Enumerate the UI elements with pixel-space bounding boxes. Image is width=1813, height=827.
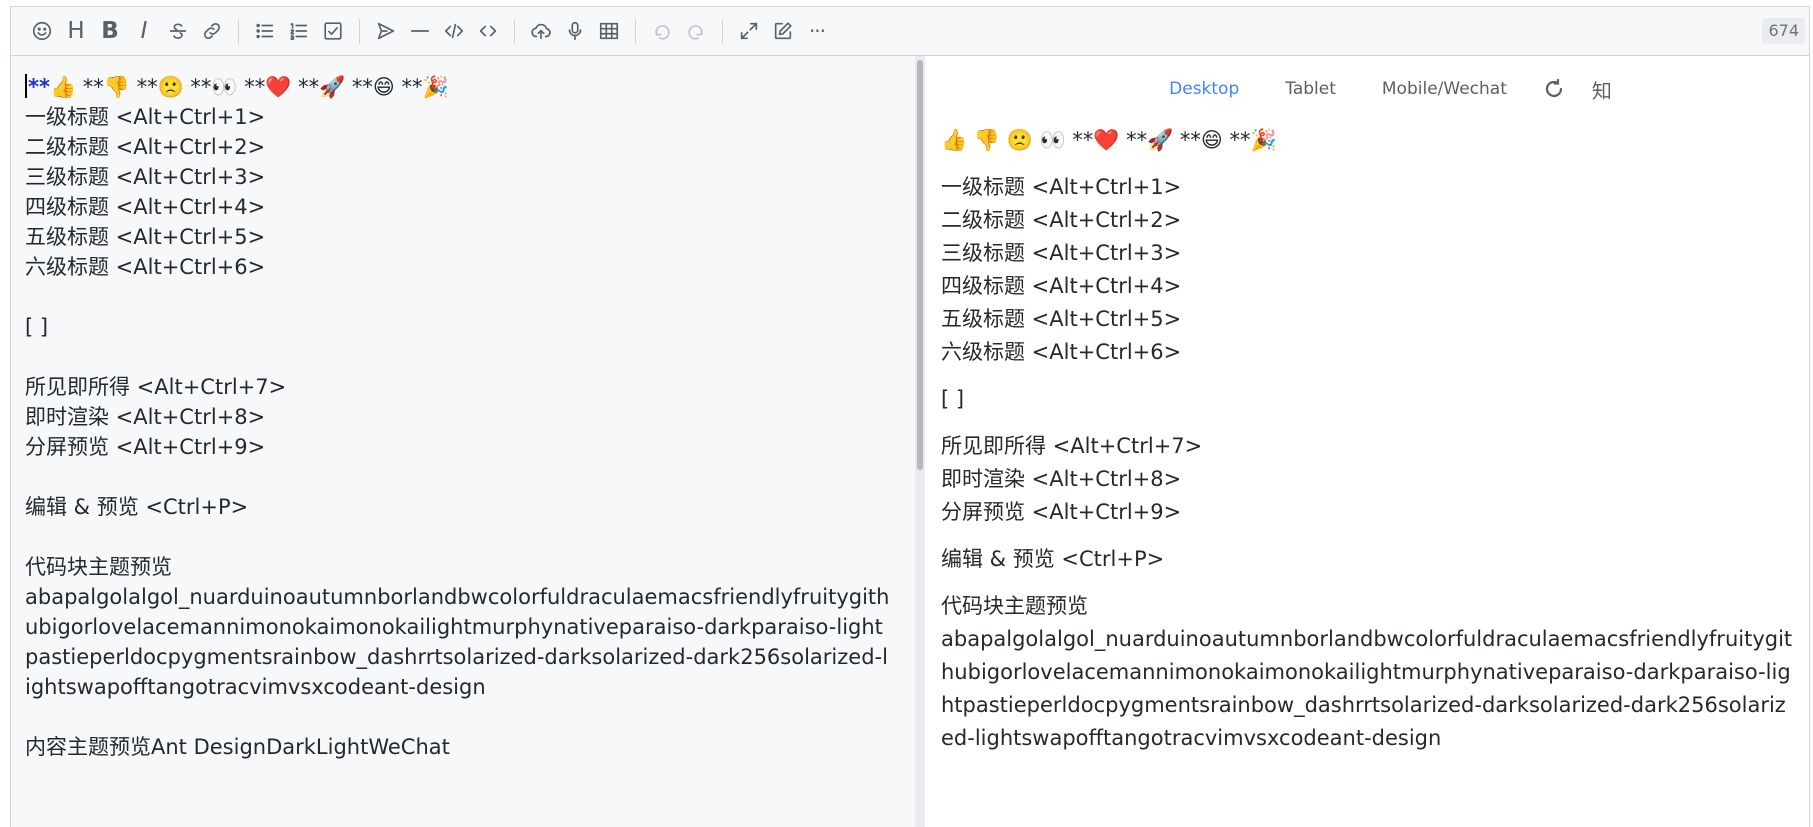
preview-paragraph: 所见即所得 <Alt+Ctrl+7> 即时渲染 <Alt+Ctrl+8> 分屏预… — [941, 434, 1203, 524]
horizontal-line-icon[interactable] — [403, 14, 437, 48]
quote-icon[interactable] — [369, 14, 403, 48]
preview-paragraph: 👍 👎 🙁 👀 **❤️ **🚀 **😄 **🎉 — [941, 128, 1277, 152]
bold-marker: ** — [28, 75, 50, 99]
preview-toolbar: Desktop Tablet Mobile/Wechat 知 — [925, 56, 1809, 122]
refresh-icon[interactable] — [1530, 77, 1578, 101]
editor-scrollbar[interactable] — [915, 56, 925, 827]
inline-code-icon[interactable] — [471, 14, 505, 48]
code-block-icon[interactable] — [437, 14, 471, 48]
editor-body-text: 一级标题 <Alt+Ctrl+1> 二级标题 <Alt+Ctrl+2> 三级标题… — [25, 105, 890, 759]
bold-letter: B — [101, 17, 119, 44]
more-glyph: ··· — [808, 19, 826, 43]
bold-icon[interactable]: B — [93, 14, 127, 48]
tab-mobile-wechat[interactable]: Mobile/Wechat — [1359, 79, 1530, 99]
text-cursor — [25, 74, 27, 98]
italic-letter: I — [140, 17, 148, 44]
scrollbar-thumb[interactable] — [917, 60, 923, 470]
character-counter: 674 — [1762, 18, 1805, 44]
bullet-list-icon[interactable] — [248, 14, 282, 48]
edit-mode-icon[interactable] — [766, 14, 800, 48]
toolbar-divider — [635, 18, 636, 44]
editor-first-line: 👍 **👎 **🙁 **👀 **❤️ **🚀 **😄 **🎉 — [49, 75, 449, 99]
fullscreen-icon[interactable] — [732, 14, 766, 48]
preview-paragraph: [ ] — [941, 387, 965, 411]
italic-icon[interactable]: I — [127, 14, 161, 48]
link-icon[interactable] — [195, 14, 229, 48]
more-icon[interactable]: ··· — [800, 14, 834, 48]
preview-pane: Desktop Tablet Mobile/Wechat 知 👍 👎 🙁 👀 *… — [925, 56, 1809, 827]
editor-content[interactable]: **👍 **👎 **🙁 **👀 **❤️ **🚀 **😄 **🎉 一级标题 <A… — [11, 56, 891, 762]
toolbar: H B I ··· 674 — [11, 7, 1809, 56]
markdown-editor[interactable]: **👍 **👎 **🙁 **👀 **❤️ **🚀 **😄 **🎉 一级标题 <A… — [11, 56, 915, 827]
checklist-icon[interactable] — [316, 14, 350, 48]
record-icon[interactable] — [558, 14, 592, 48]
upload-icon[interactable] — [524, 14, 558, 48]
undo-icon[interactable] — [645, 14, 679, 48]
preview-content: 👍 👎 🙁 👀 **❤️ **🚀 **😄 **🎉 一级标题 <Alt+Ctrl+… — [925, 122, 1795, 755]
toolbar-divider — [359, 18, 360, 44]
preview-paragraph: 代码块主题预览 abapalgolalgol_nuarduinoautumnbo… — [941, 594, 1793, 750]
toolbar-divider — [514, 18, 515, 44]
preview-paragraph: 编辑 & 预览 <Ctrl+P> — [941, 547, 1165, 571]
toolbar-divider — [722, 18, 723, 44]
zhihu-icon[interactable]: 知 — [1578, 75, 1626, 104]
table-icon[interactable] — [592, 14, 626, 48]
heading-letter: H — [67, 17, 85, 44]
ordered-list-icon[interactable] — [282, 14, 316, 48]
vditor-editor: H B I ··· 674 **👍 **👎 **🙁 **👀 **❤️ **🚀 *… — [10, 6, 1810, 827]
tab-desktop[interactable]: Desktop — [1146, 79, 1262, 99]
emoji-icon[interactable] — [25, 14, 59, 48]
preview-paragraph: 一级标题 <Alt+Ctrl+1> 二级标题 <Alt+Ctrl+2> 三级标题… — [941, 175, 1182, 364]
strikethrough-icon[interactable] — [161, 14, 195, 48]
redo-icon[interactable] — [679, 14, 713, 48]
toolbar-divider — [238, 18, 239, 44]
tab-tablet[interactable]: Tablet — [1262, 79, 1359, 99]
heading-icon[interactable]: H — [59, 14, 93, 48]
